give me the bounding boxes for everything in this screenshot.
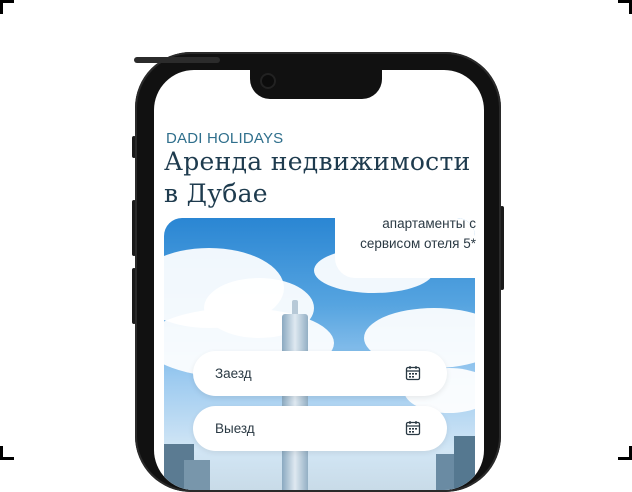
page-title-line-2: в Дубае	[164, 179, 268, 208]
check-in-field[interactable]: Заезд	[193, 351, 447, 396]
corner-mark-bottom-left	[0, 446, 3, 460]
hero-tagline-line-1: апартаменты с	[382, 216, 476, 231]
building	[184, 460, 210, 490]
hero-tagline-line-2: сервисом отеля 5*	[360, 236, 476, 251]
phone-notch	[250, 70, 382, 99]
page-title-line-1: Аренда недвижимости	[164, 147, 471, 176]
building	[454, 436, 475, 490]
check-in-label: Заезд	[215, 366, 252, 381]
tower	[282, 314, 308, 490]
calendar-icon[interactable]	[405, 420, 421, 436]
phone-screen: DADI HOLIDAYS Аренда недвижимости в Дуба…	[154, 70, 484, 490]
phone-speaker	[134, 57, 220, 63]
brand-name: DADI HOLIDAYS	[166, 130, 284, 147]
front-camera-icon	[260, 73, 276, 89]
hero-tagline: апартаменты с сервисом отеля 5*	[316, 214, 476, 254]
calendar-icon[interactable]	[405, 365, 421, 381]
page-title: Аренда недвижимости в Дубае	[164, 146, 471, 210]
check-out-label: Выезд	[215, 421, 255, 436]
check-out-field[interactable]: Выезд	[193, 406, 447, 451]
corner-mark-top-left	[0, 0, 3, 14]
